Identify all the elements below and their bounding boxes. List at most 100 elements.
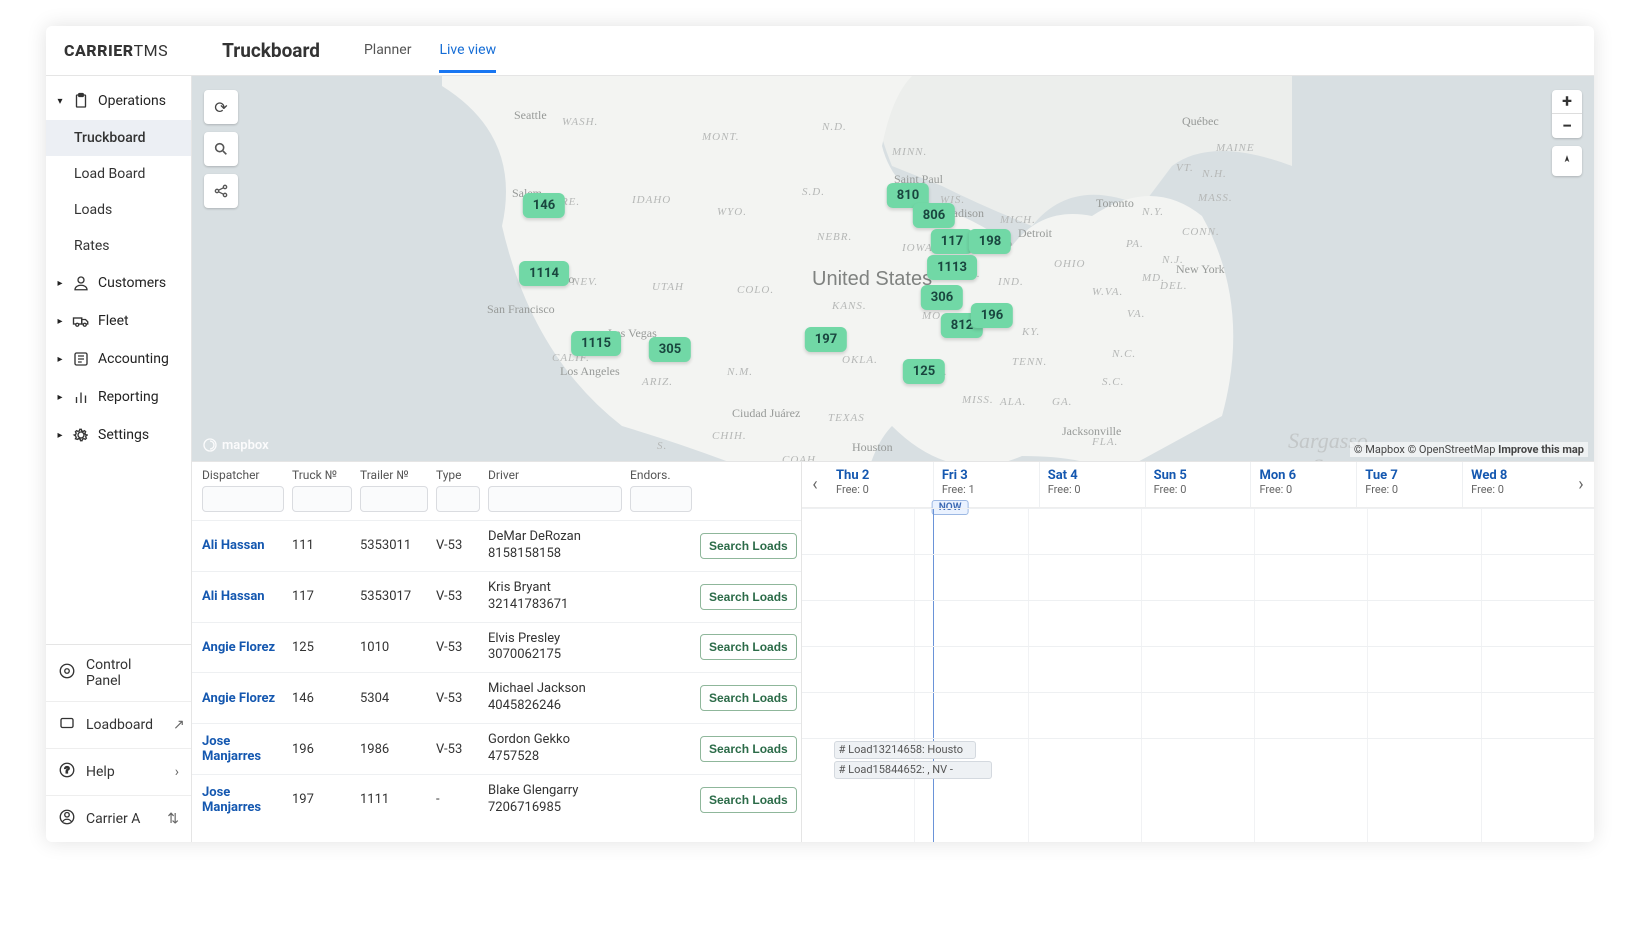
map-marker[interactable]: 117 bbox=[931, 229, 973, 254]
map-marker[interactable]: 1115 bbox=[571, 331, 621, 356]
sidebar-item-operations[interactable]: Operations bbox=[46, 82, 191, 120]
map-marker[interactable]: 198 bbox=[969, 229, 1011, 254]
day-free: Free: 0 bbox=[836, 483, 925, 496]
caret-icon bbox=[56, 392, 64, 403]
state-label: COLO. bbox=[737, 284, 774, 296]
avatar-icon bbox=[58, 808, 76, 830]
truck-no: 146 bbox=[292, 691, 360, 706]
filter-input-5[interactable] bbox=[630, 486, 692, 512]
day-title: Sun 5 bbox=[1154, 468, 1243, 483]
sidebar-sub-rates[interactable]: Rates bbox=[46, 228, 191, 264]
sidebar-footer-help[interactable]: ?Help› bbox=[46, 748, 191, 795]
sidebar-footer-label: Carrier A bbox=[86, 811, 140, 827]
barchart-icon bbox=[72, 388, 90, 406]
search-loads-button[interactable]: Search Loads bbox=[700, 787, 797, 813]
sidebar-footer-loadboard[interactable]: Loadboard↗ bbox=[46, 701, 191, 748]
sidebar-sub-loads[interactable]: Loads bbox=[46, 192, 191, 228]
tab-planner[interactable]: Planner bbox=[364, 28, 411, 73]
improve-map-link[interactable]: Improve this map bbox=[1498, 443, 1584, 456]
type: V-53 bbox=[436, 538, 488, 553]
timeline-load[interactable]: # Load13214658: Housto bbox=[834, 741, 977, 759]
map-marker[interactable]: 146 bbox=[523, 193, 565, 218]
timeline-next-button[interactable]: › bbox=[1568, 462, 1594, 507]
map-marker[interactable]: 806 bbox=[913, 203, 955, 228]
timeline-row bbox=[802, 692, 1594, 738]
state-label: W.VA. bbox=[1092, 286, 1123, 298]
map-marker[interactable]: 1113 bbox=[927, 255, 977, 280]
state-label: MD. bbox=[1142, 272, 1165, 284]
filter-input-0[interactable] bbox=[202, 486, 284, 512]
search-icon[interactable] bbox=[204, 132, 238, 166]
state-label: N.D. bbox=[822, 121, 847, 133]
trailer-no: 5304 bbox=[360, 691, 436, 706]
sidebar-item-accounting[interactable]: Accounting bbox=[46, 340, 191, 378]
state-label: GA. bbox=[1052, 396, 1072, 408]
state-label: COAH. bbox=[782, 454, 820, 461]
timeline-day[interactable]: Wed 8Free: 0 bbox=[1462, 462, 1568, 507]
timeline-body[interactable]: # Load13214658: Housto # Load15844652: , … bbox=[802, 508, 1594, 842]
sidebar-footer-label: Help bbox=[86, 764, 115, 780]
map[interactable]: United StatesSargassoSeaWASH.MONT.N.D.MI… bbox=[192, 76, 1594, 461]
map-marker[interactable]: 306 bbox=[921, 285, 963, 310]
dispatcher-link[interactable]: Jose Manjarres bbox=[202, 734, 292, 764]
search-loads-button[interactable]: Search Loads bbox=[700, 685, 797, 711]
city-label: Jacksonville bbox=[1062, 424, 1121, 439]
zoom-in-button[interactable]: + bbox=[1552, 90, 1582, 114]
dispatcher-link[interactable]: Ali Hassan bbox=[202, 538, 292, 553]
timeline-load[interactable]: # Load15844652: , NV - bbox=[834, 761, 992, 779]
timeline-day[interactable]: Mon 6Free: 0 bbox=[1250, 462, 1356, 507]
sidebar-item-label: Operations bbox=[98, 93, 166, 109]
map-marker[interactable]: 125 bbox=[903, 359, 945, 384]
map-marker[interactable]: 1114 bbox=[519, 261, 569, 286]
table-row: Ali Hassan1175353017V-53Kris Bryant32141… bbox=[192, 571, 801, 622]
sidebar-item-customers[interactable]: Customers bbox=[46, 264, 191, 302]
refresh-icon[interactable]: ⟳ bbox=[204, 90, 238, 124]
timeline-day[interactable]: Sun 5Free: 0 bbox=[1145, 462, 1251, 507]
day-free: Free: 0 bbox=[1048, 483, 1137, 496]
column-header: Driver bbox=[488, 468, 630, 482]
timeline-day[interactable]: Thu 2Free: 0 bbox=[828, 462, 933, 507]
filter-input-1[interactable] bbox=[292, 486, 352, 512]
state-label: MASS. bbox=[1198, 192, 1233, 204]
tab-live-view[interactable]: Live view bbox=[439, 28, 496, 73]
dispatcher-link[interactable]: Ali Hassan bbox=[202, 589, 292, 604]
day-free: Free: 0 bbox=[1259, 483, 1348, 496]
dispatcher-link[interactable]: Angie Florez bbox=[202, 691, 292, 706]
sidebar-sub-truckboard[interactable]: Truckboard bbox=[46, 120, 191, 156]
type: V-53 bbox=[436, 742, 488, 757]
search-loads-button[interactable]: Search Loads bbox=[700, 634, 797, 660]
type: V-53 bbox=[436, 589, 488, 604]
day-free: Free: 0 bbox=[1471, 483, 1560, 496]
timeline-prev-button[interactable]: ‹ bbox=[802, 462, 828, 507]
truck-no: 125 bbox=[292, 640, 360, 655]
map-marker[interactable]: 305 bbox=[649, 337, 691, 362]
compass-button[interactable] bbox=[1552, 146, 1582, 176]
topbar: CARRIERTMS Truckboard PlannerLive view bbox=[46, 26, 1594, 76]
day-title: Mon 6 bbox=[1259, 468, 1348, 483]
sidebar-footer-control-panel[interactable]: Control Panel bbox=[46, 645, 191, 701]
filter-input-3[interactable] bbox=[436, 486, 480, 512]
sidebar-footer-carrier-a[interactable]: Carrier A⇅ bbox=[46, 795, 191, 842]
search-loads-button[interactable]: Search Loads bbox=[700, 533, 797, 559]
caret-icon bbox=[56, 278, 64, 289]
zoom-out-button[interactable]: − bbox=[1552, 114, 1582, 138]
country-label: United States bbox=[812, 268, 932, 291]
filter-input-2[interactable] bbox=[360, 486, 428, 512]
search-loads-button[interactable]: Search Loads bbox=[700, 584, 797, 610]
timeline-day[interactable]: Sat 4Free: 0 bbox=[1039, 462, 1145, 507]
map-marker[interactable]: 197 bbox=[805, 327, 847, 352]
sidebar-item-settings[interactable]: Settings bbox=[46, 416, 191, 454]
state-label: PA. bbox=[1126, 238, 1144, 250]
type: V-53 bbox=[436, 640, 488, 655]
filter-input-4[interactable] bbox=[488, 486, 622, 512]
sidebar-item-reporting[interactable]: Reporting bbox=[46, 378, 191, 416]
map-marker[interactable]: 196 bbox=[971, 303, 1013, 328]
timeline-day[interactable]: Tue 7Free: 0 bbox=[1356, 462, 1462, 507]
dispatcher-link[interactable]: Angie Florez bbox=[202, 640, 292, 655]
sidebar-sub-load-board[interactable]: Load Board bbox=[46, 156, 191, 192]
search-loads-button[interactable]: Search Loads bbox=[700, 736, 797, 762]
sidebar-item-fleet[interactable]: Fleet bbox=[46, 302, 191, 340]
tail-icon: ↗ bbox=[173, 717, 185, 733]
dispatcher-link[interactable]: Jose Manjarres bbox=[202, 785, 292, 815]
share-icon[interactable] bbox=[204, 174, 238, 208]
